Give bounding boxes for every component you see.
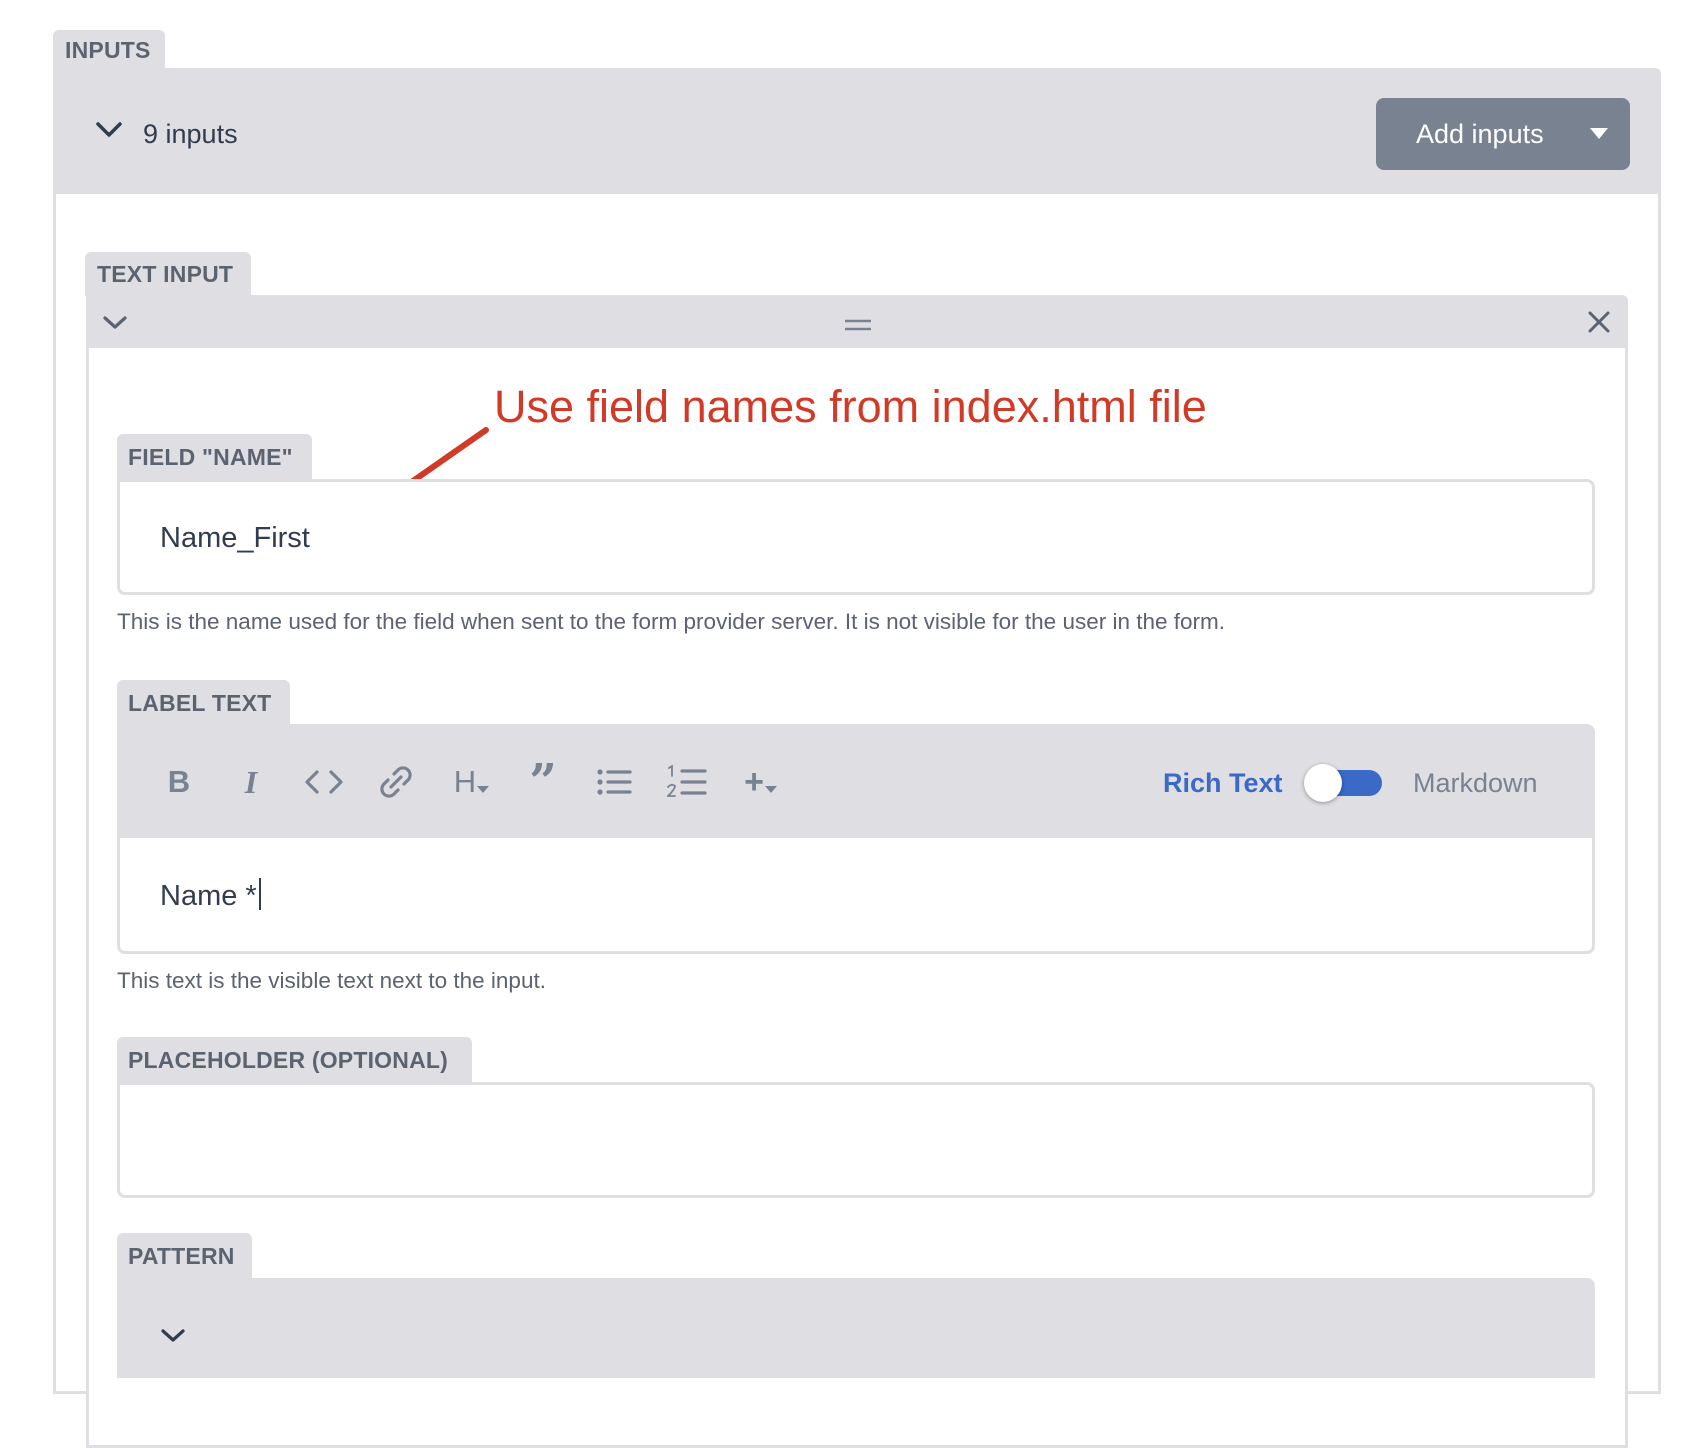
label-text-label-text: LABEL TEXT <box>128 689 272 716</box>
caret-down-icon <box>477 786 490 793</box>
add-inputs-button-label: Add inputs <box>1416 118 1544 149</box>
plus-icon: + <box>744 762 764 801</box>
collapse-text-input-chevron-icon[interactable] <box>101 312 129 334</box>
expand-pattern-chevron-icon[interactable] <box>159 1325 187 1347</box>
caret-down-icon <box>1590 128 1608 139</box>
label-text-value: Name * <box>160 878 261 914</box>
placeholder-input[interactable] <box>117 1082 1595 1198</box>
pattern-widget-header <box>117 1278 1595 1378</box>
placeholder-label-text: PLACEHOLDER (OPTIONAL) <box>128 1046 448 1073</box>
code-icon <box>305 770 343 794</box>
label-text-hint: This text is the visible text next to th… <box>117 968 546 993</box>
label-text-value-text: Name * <box>160 880 257 912</box>
text-input-widget-label-text: TEXT INPUT <box>97 260 234 287</box>
heading-button[interactable]: H <box>447 760 497 804</box>
bulleted-list-button[interactable] <box>593 760 635 804</box>
heading-icon: H <box>453 764 477 799</box>
editor-mode-toggle[interactable] <box>1304 764 1382 802</box>
drag-handle-icon[interactable] <box>843 318 873 332</box>
pattern-label: PATTERN <box>117 1233 252 1279</box>
collapse-inputs-chevron-icon[interactable] <box>94 118 124 142</box>
text-input-widget-label: TEXT INPUT <box>85 252 251 296</box>
pattern-label-text: PATTERN <box>128 1242 235 1269</box>
field-name-hint: This is the name used for the field when… <box>117 609 1226 634</box>
inputs-section-label: INPUTS <box>53 30 165 70</box>
inputs-section-label-text: INPUTS <box>65 36 151 63</box>
field-name-label-text: FIELD "NAME" <box>128 443 293 470</box>
link-button[interactable] <box>375 760 417 804</box>
bulleted-list-icon <box>597 769 632 795</box>
link-icon <box>380 766 412 798</box>
caret-down-icon <box>764 786 777 793</box>
bold-button[interactable]: B <box>160 760 198 804</box>
bold-icon: B <box>167 764 191 799</box>
rich-text-mode-label[interactable]: Rich Text <box>1163 766 1283 800</box>
toggle-knob <box>1304 764 1342 802</box>
add-inputs-button[interactable]: Add inputs <box>1376 98 1630 170</box>
markdown-mode-label[interactable]: Markdown <box>1413 766 1538 800</box>
numbered-list-icon <box>667 765 707 797</box>
numbered-list-button[interactable] <box>665 760 709 804</box>
insert-button[interactable]: + <box>737 760 785 804</box>
field-name-input[interactable] <box>117 479 1595 595</box>
italic-button[interactable]: I <box>232 760 270 804</box>
placeholder-label: PLACEHOLDER (OPTIONAL) <box>117 1037 472 1083</box>
code-button[interactable] <box>300 760 348 804</box>
annotation-text: Use field names from index.html file <box>494 381 1207 432</box>
quote-icon: ” <box>529 754 557 810</box>
inputs-count: 9 inputs <box>143 119 238 149</box>
italic-icon: I <box>244 763 258 800</box>
field-name-value: Name_First <box>160 522 310 554</box>
rich-text-editor[interactable] <box>117 838 1595 954</box>
quote-button[interactable]: ” <box>523 754 563 810</box>
text-cursor <box>258 878 261 910</box>
field-name-label: FIELD "NAME" <box>117 434 312 480</box>
remove-widget-close-icon[interactable] <box>1585 308 1613 336</box>
label-text-label: LABEL TEXT <box>117 680 290 726</box>
